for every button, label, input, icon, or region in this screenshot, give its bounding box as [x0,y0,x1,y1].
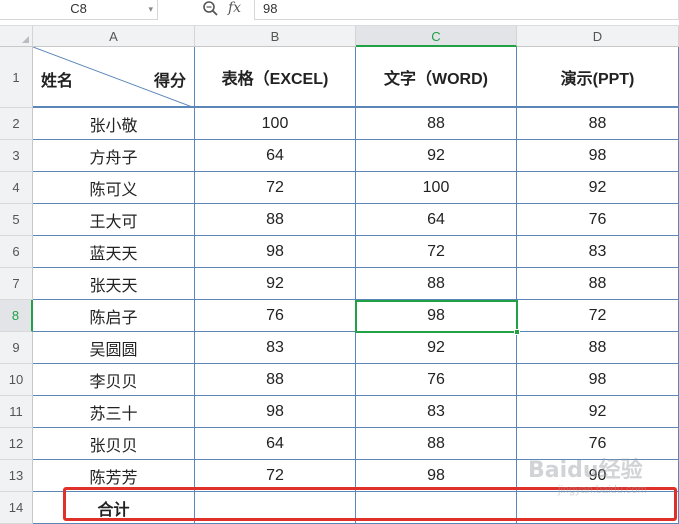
formula-bar: C8 ▾ fx 98 [0,0,679,26]
row-header-8[interactable]: 8 [0,300,33,332]
word-score-cell[interactable]: 83 [356,396,517,428]
row-header-7[interactable]: 7 [0,268,33,300]
excel-score-cell[interactable]: 76 [195,300,356,332]
excel-score-cell[interactable]: 88 [195,204,356,236]
excel-score-cell[interactable]: 64 [195,428,356,460]
excel-score-cell[interactable]: 88 [195,364,356,396]
header-name-label: 姓名 [41,73,74,90]
word-score-cell[interactable]: 88 [356,428,517,460]
excel-score-cell[interactable]: 72 [195,172,356,204]
name-cell[interactable]: 张天天 [33,268,195,300]
row-header-13[interactable]: 13 [0,460,33,492]
word-score-cell[interactable]: 88 [356,108,517,140]
word-score-cell[interactable]: 72 [356,236,517,268]
row-header-10[interactable]: 10 [0,364,33,396]
row-header-6[interactable]: 6 [0,236,33,268]
name-cell[interactable]: 苏三十 [33,396,195,428]
header-score-label: 得分 [153,73,186,90]
fx-icon[interactable]: fx [228,0,241,20]
total-word-cell[interactable] [356,492,517,524]
row-header-2[interactable]: 2 [0,108,33,140]
ppt-score-cell[interactable]: 92 [517,172,679,204]
excel-score-cell[interactable]: 72 [195,460,356,492]
ppt-score-cell[interactable]: 88 [517,268,679,300]
ppt-score-cell[interactable]: 88 [517,332,679,364]
row-header-4[interactable]: 4 [0,172,33,204]
name-cell[interactable]: 蓝天天 [33,236,195,268]
word-score-cell[interactable]: 92 [356,332,517,364]
excel-score-cell[interactable]: 64 [195,140,356,172]
word-score-cell[interactable]: 76 [356,364,517,396]
excel-score-cell[interactable]: 100 [195,108,356,140]
total-excel-cell[interactable] [195,492,356,524]
row-header-9[interactable]: 9 [0,332,33,364]
name-cell[interactable]: 吴圆圆 [33,332,195,364]
diagonal-header-cell[interactable]: 姓名 得分 [33,47,195,108]
row-header-11[interactable]: 11 [0,396,33,428]
row-header-1[interactable]: 1 [0,47,33,108]
column-header-c[interactable]: C [356,26,517,47]
ppt-score-cell[interactable]: 76 [517,204,679,236]
column-header-d[interactable]: D [517,26,679,47]
row-header-5[interactable]: 5 [0,204,33,236]
word-score-cell[interactable]: 88 [356,268,517,300]
row-header-14[interactable]: 14 [0,492,33,524]
excel-score-cell[interactable]: 83 [195,332,356,364]
header-ppt[interactable]: 演示(PPT) [517,47,679,108]
word-score-cell[interactable]: 100 [356,172,517,204]
row-header-3[interactable]: 3 [0,140,33,172]
header-excel[interactable]: 表格（EXCEL) [195,47,356,108]
chevron-down-icon[interactable]: ▾ [148,0,153,18]
name-cell[interactable]: 王大可 [33,204,195,236]
column-header-a[interactable]: A [33,26,195,47]
name-cell[interactable]: 陈芳芳 [33,460,195,492]
name-cell[interactable]: 陈可义 [33,172,195,204]
select-all-corner[interactable] [0,26,33,47]
name-cell[interactable]: 李贝贝 [33,364,195,396]
ppt-score-cell[interactable]: 92 [517,396,679,428]
name-cell[interactable]: 方舟子 [33,140,195,172]
header-word[interactable]: 文字（WORD) [356,47,517,108]
ppt-score-cell[interactable]: 83 [517,236,679,268]
excel-score-cell[interactable]: 98 [195,396,356,428]
ppt-score-cell[interactable]: 98 [517,140,679,172]
ppt-score-cell[interactable]: 98 [517,364,679,396]
total-label-cell[interactable]: 合计 [33,492,195,524]
ppt-score-cell[interactable]: 90 [517,460,679,492]
word-score-cell[interactable]: 92 [356,140,517,172]
ppt-score-cell[interactable]: 88 [517,108,679,140]
column-header-b[interactable]: B [195,26,356,47]
formula-input[interactable]: 98 [254,0,679,20]
word-score-cell[interactable]: 98 [356,460,517,492]
name-cell[interactable]: 张小敬 [33,108,195,140]
row-header-12[interactable]: 12 [0,428,33,460]
total-ppt-cell[interactable] [517,492,679,524]
name-cell[interactable]: 陈启子 [33,300,195,332]
word-score-cell[interactable]: 98 [356,300,517,332]
word-score-cell[interactable]: 64 [356,204,517,236]
excel-score-cell[interactable]: 98 [195,236,356,268]
excel-score-cell[interactable]: 92 [195,268,356,300]
name-box-value: C8 [70,1,87,16]
name-cell[interactable]: 张贝贝 [33,428,195,460]
name-box[interactable]: C8 ▾ [0,0,158,20]
zoom-formula-icon[interactable] [200,0,222,20]
ppt-score-cell[interactable]: 76 [517,428,679,460]
ppt-score-cell[interactable]: 72 [517,300,679,332]
